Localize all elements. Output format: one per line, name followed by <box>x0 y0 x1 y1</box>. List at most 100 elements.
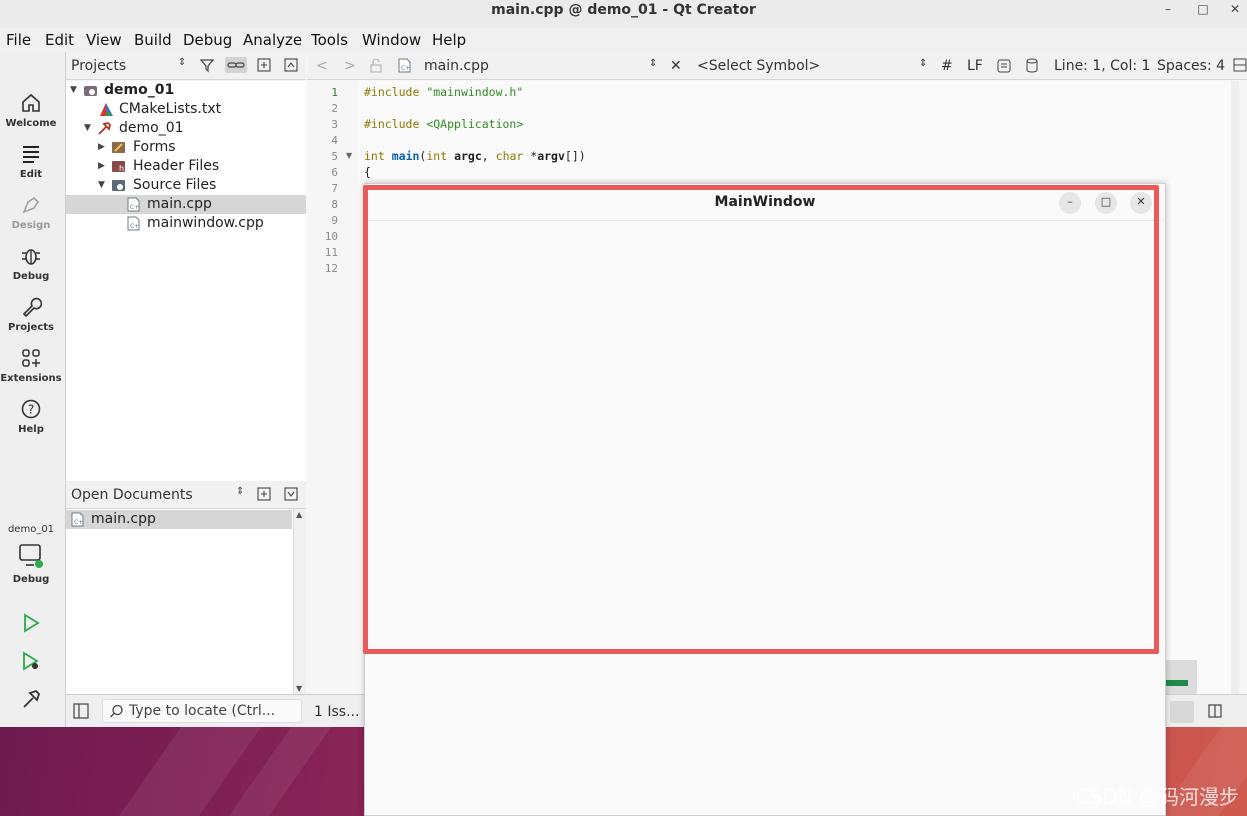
expanded-arrow-icon: ▼ <box>98 180 105 190</box>
debug-run-button[interactable] <box>0 650 62 676</box>
menu-tools[interactable]: Tools <box>311 31 348 49</box>
tree-item-forms[interactable]: ▶ Forms <box>66 138 306 157</box>
open-doc-item[interactable]: C+ main.cpp <box>66 510 292 529</box>
updown-icon[interactable]: ⇕ <box>649 58 657 69</box>
code-token: int <box>364 149 385 163</box>
menu-window[interactable]: Window <box>362 31 421 49</box>
locator-placeholder: Type to locate (Ctrl... <box>129 703 276 719</box>
tree-item-headers[interactable]: ▶ h Header Files <box>66 157 306 176</box>
scroll-up-icon[interactable]: ▲ <box>296 510 302 519</box>
kit-project-name: demo_01 <box>7 524 55 535</box>
line-number: 8 <box>331 198 338 211</box>
line-ending-selector[interactable]: LF <box>967 58 983 74</box>
collapsed-arrow-icon: ▶ <box>98 142 105 152</box>
mode-help[interactable]: ? Help <box>0 398 62 435</box>
database-icon[interactable] <box>1025 58 1039 77</box>
run-debug-icon <box>0 650 62 676</box>
run-button[interactable] <box>0 612 62 638</box>
locator-input[interactable]: Type to locate (Ctrl... <box>102 699 302 723</box>
minimize-button[interactable]: – <box>1158 1 1178 19</box>
build-button[interactable] <box>0 688 62 714</box>
menu-view[interactable]: View <box>86 31 122 49</box>
current-file-selector[interactable]: main.cpp <box>424 58 489 74</box>
right-sidebar-icon[interactable] <box>1207 703 1223 723</box>
menu-build[interactable]: Build <box>134 31 172 49</box>
svg-text:C+: C+ <box>401 65 410 72</box>
toggle-sidebar-icon[interactable] <box>72 702 90 724</box>
editor-toolbar: < > C+ main.cpp ⇕ ✕ <Select Symbol> ⇕ # … <box>307 52 1247 80</box>
line-number: 9 <box>331 214 338 227</box>
mode-design-label: Design <box>11 220 51 231</box>
mode-design[interactable]: Design <box>0 194 62 231</box>
mode-edit-label: Edit <box>19 169 43 180</box>
menu-help[interactable]: Help <box>432 31 466 49</box>
mode-debug[interactable]: Debug <box>0 245 62 282</box>
collapse-pane-icon[interactable] <box>283 486 299 502</box>
maximize-button[interactable]: □ <box>1193 1 1213 19</box>
issues-tab[interactable]: 1 Iss... <box>314 704 359 720</box>
filter-icon[interactable] <box>199 57 215 73</box>
updown-icon[interactable]: ⇕ <box>178 57 194 73</box>
code-line-3: #include <QApplication> <box>364 117 523 131</box>
split-add-icon[interactable] <box>256 486 272 502</box>
code-line-1: #include "mainwindow.h" <box>364 85 523 99</box>
menu-debug[interactable]: Debug <box>183 31 232 49</box>
tree-item-target[interactable]: ▼ demo_01 <box>66 119 306 138</box>
menu-file[interactable]: File <box>6 31 31 49</box>
svg-text:C+: C+ <box>130 204 139 211</box>
close-button[interactable]: ✕ <box>1225 1 1245 19</box>
symbol-selector[interactable]: <Select Symbol> <box>697 58 820 74</box>
lock-icon <box>370 58 382 77</box>
nav-back-icon[interactable]: < <box>316 58 328 74</box>
cpp-file-icon: C+ <box>126 216 141 231</box>
close-document-icon[interactable]: ✕ <box>670 58 682 74</box>
menu-edit[interactable]: Edit <box>45 31 74 49</box>
tree-mainwindow-label: mainwindow.cpp <box>147 215 264 231</box>
mode-welcome[interactable]: Welcome <box>0 92 62 129</box>
menu-analyze[interactable]: Analyze <box>243 31 302 49</box>
open-docs-title[interactable]: Open Documents <box>71 487 193 503</box>
nav-forward-icon[interactable]: > <box>344 58 356 74</box>
output-toggle-icon[interactable] <box>1170 701 1194 723</box>
expanded-arrow-icon: ▼ <box>84 123 91 133</box>
fold-arrow-icon[interactable]: ▼ <box>346 151 352 160</box>
projects-pane-title[interactable]: Projects <box>71 58 126 74</box>
line-number: 6 <box>331 166 338 179</box>
mode-edit[interactable]: Edit <box>0 143 62 180</box>
updown-icon[interactable]: ⇕ <box>236 486 252 502</box>
tree-item-sources[interactable]: ▼ Source Files <box>66 176 306 195</box>
updown-icon[interactable]: ⇕ <box>919 58 927 69</box>
link-icon[interactable] <box>225 57 247 73</box>
cpp-file-icon: C+ <box>397 58 412 77</box>
line-number: 7 <box>331 182 338 195</box>
line-number: 2 <box>331 102 338 115</box>
split-add-icon[interactable] <box>256 57 272 73</box>
tree-item-root[interactable]: ▼ demo_01 <box>66 81 306 100</box>
code-token: "mainwindow.h" <box>426 85 524 99</box>
tree-item-mainwindow-cpp[interactable]: C+ mainwindow.cpp <box>66 214 306 233</box>
mode-extensions[interactable]: Extensions <box>0 347 62 384</box>
headers-folder-icon: h <box>111 159 126 174</box>
collapse-pane-icon[interactable] <box>283 57 299 73</box>
line-number-gutter: 1 2 3 4 5 6 7 8 9 10 11 12 ▼ <box>307 81 359 694</box>
mode-sidebar: Welcome Edit Design Debug Projects Exten… <box>0 52 66 727</box>
document-icon[interactable] <box>997 59 1011 77</box>
hash-indicator[interactable]: # <box>941 58 953 74</box>
cursor-position[interactable]: Line: 1, Col: 1 <box>1054 58 1150 74</box>
tree-item-cmakelists[interactable]: CMakeLists.txt <box>66 100 306 119</box>
tree-forms-label: Forms <box>133 139 176 155</box>
kit-selector[interactable]: Debug <box>0 542 62 585</box>
expanded-arrow-icon: ▼ <box>70 85 77 95</box>
editor-scrollbar[interactable] <box>1231 81 1239 694</box>
hammer-icon <box>97 121 112 136</box>
kit-config-label: Debug <box>12 574 50 585</box>
scroll-down-icon[interactable]: ▼ <box>296 684 302 693</box>
indent-setting[interactable]: Spaces: 4 <box>1157 58 1225 74</box>
tree-item-main-cpp[interactable]: C+ main.cpp <box>66 195 306 214</box>
mode-projects[interactable]: Projects <box>0 296 62 333</box>
menu-bar: File Edit View Build Debug Analyze Tools… <box>0 28 1247 52</box>
line-number: 1 <box>331 86 338 99</box>
split-icon[interactable] <box>1233 58 1247 76</box>
open-docs-scrollbar[interactable]: ▲ ▼ <box>293 509 306 694</box>
line-number: 5 <box>331 150 338 163</box>
